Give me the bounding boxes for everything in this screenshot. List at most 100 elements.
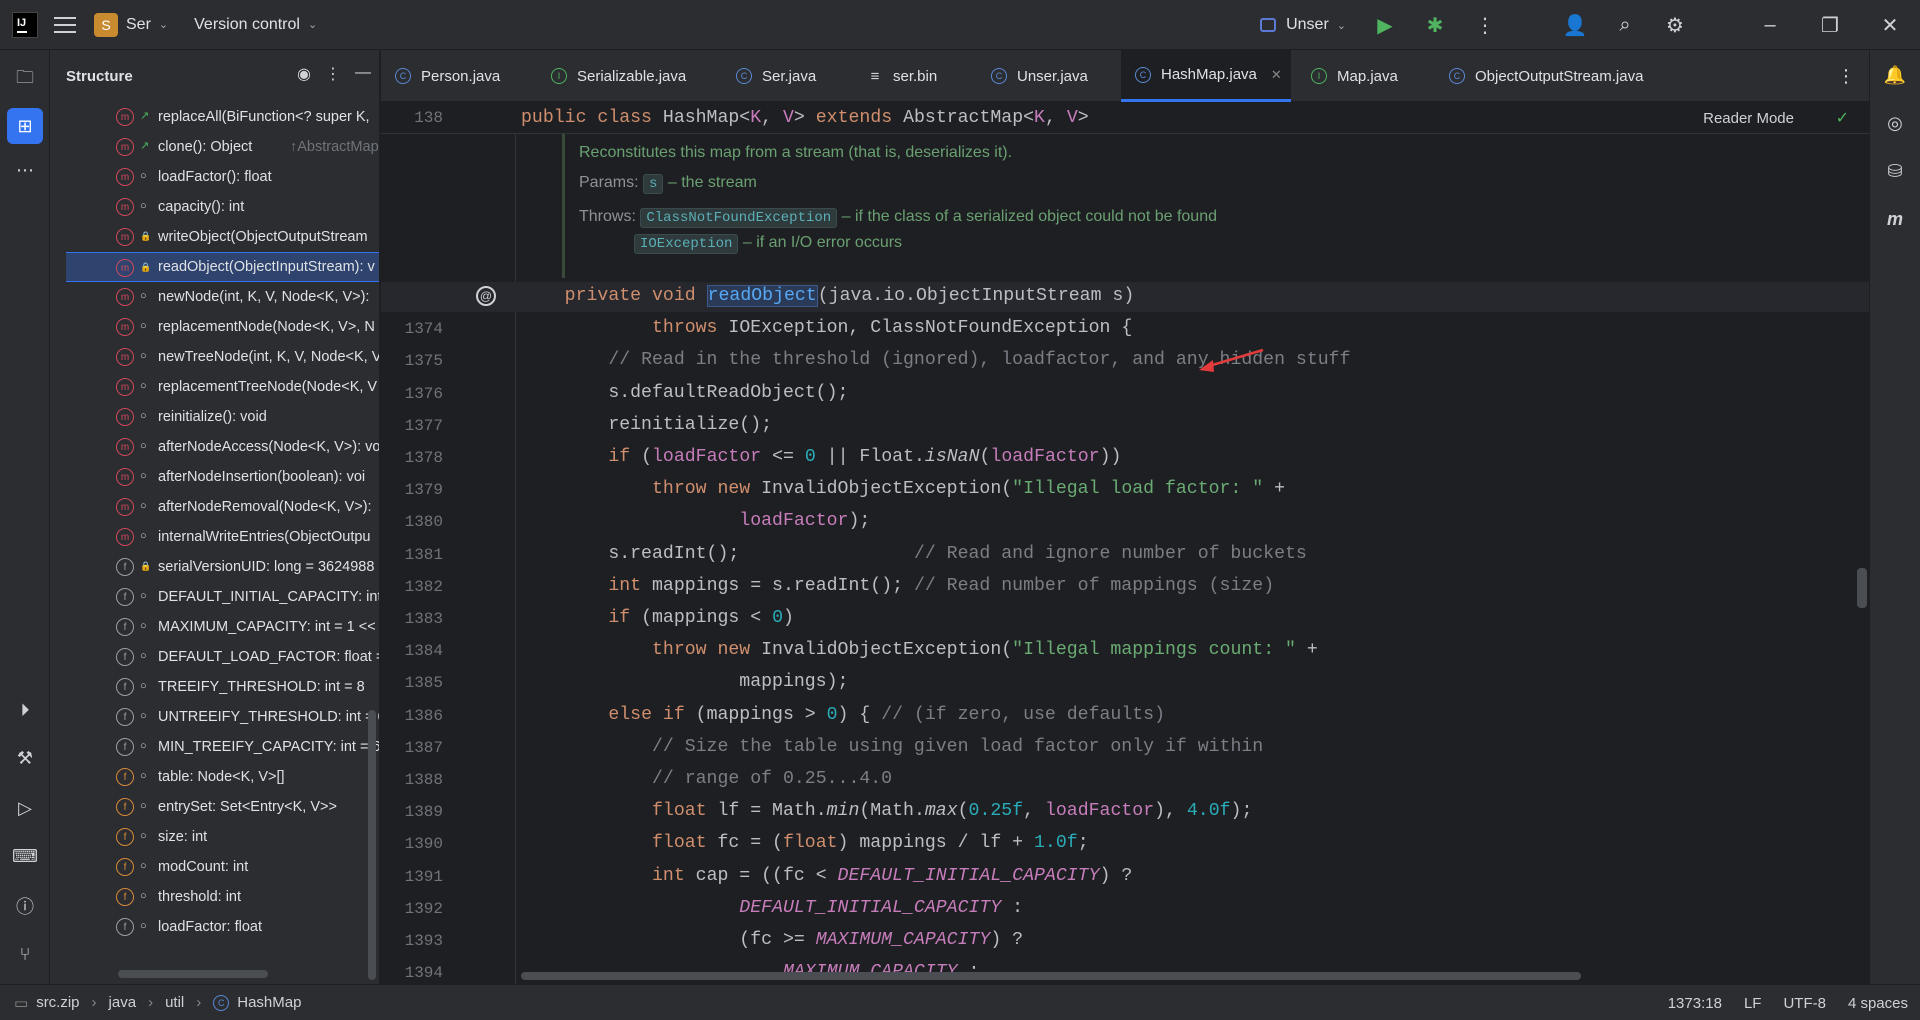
services-icon[interactable]: ⏵ xyxy=(7,692,43,728)
structure-item[interactable]: f ○ TREEIFY_THRESHOLD: int = 8 xyxy=(50,672,379,702)
tab-map-java[interactable]: I Map.java xyxy=(1311,50,1411,102)
tab-unser-java[interactable]: C Unser.java xyxy=(991,50,1101,102)
structure-horizontal-scrollbar[interactable] xyxy=(118,970,268,978)
structure-item[interactable]: m ○ afterNodeRemoval(Node<K, V>): xyxy=(50,492,379,522)
search-icon[interactable]: ⌕ xyxy=(1600,0,1650,50)
structure-item[interactable]: f ○ loadFactor: float xyxy=(50,912,379,942)
breadcrumb-item[interactable]: src.zip xyxy=(36,994,79,1011)
settings-gear-icon[interactable]: ⚙ xyxy=(1650,0,1700,50)
restore-icon[interactable]: ❐ xyxy=(1800,0,1860,50)
project-folder-icon[interactable]: 🗀 xyxy=(7,62,43,98)
breadcrumb-item[interactable]: util xyxy=(165,994,184,1011)
code-line[interactable]: reinitialize(); xyxy=(521,413,772,437)
build-hammer-icon[interactable]: ⚒ xyxy=(7,740,43,776)
structure-item[interactable]: f ○ DEFAULT_LOAD_FACTOR: float = xyxy=(50,642,379,672)
git-branch-icon[interactable]: ⑂ xyxy=(7,936,43,972)
options-icon[interactable]: ⋮ xyxy=(325,64,341,84)
run-icon[interactable]: ▶ xyxy=(1360,0,1410,50)
project-selector[interactable]: S Ser ⌄ xyxy=(94,0,168,50)
structure-item[interactable]: f ○ UNTREEIFY_THRESHOLD: int = 6 xyxy=(50,702,379,732)
code-line[interactable]: int mappings = s.readInt(); // Read numb… xyxy=(521,574,1274,598)
code-line[interactable]: throws IOException, ClassNotFoundExcepti… xyxy=(521,316,1132,340)
structure-item[interactable]: f ○ MIN_TREEIFY_CAPACITY: int = 64 xyxy=(50,732,379,762)
debug-icon[interactable]: ✱ xyxy=(1410,0,1460,50)
close-icon[interactable]: ✕ xyxy=(1860,0,1920,50)
structure-item[interactable]: m ○ loadFactor(): float xyxy=(50,162,379,192)
code-editor[interactable]: 1373137413751376137713781379138013811382… xyxy=(381,102,1869,984)
tab-serializable-java[interactable]: I Serializable.java xyxy=(551,50,701,102)
tab-hashmap-java[interactable]: C HashMap.java ✕ xyxy=(1121,50,1291,102)
code-line[interactable]: mappings); xyxy=(521,670,848,694)
structure-item[interactable]: m ○ capacity(): int xyxy=(50,192,379,222)
code-line[interactable]: (fc >= MAXIMUM_CAPACITY) ? xyxy=(521,928,1023,952)
structure-item[interactable]: m ○ afterNodeAccess(Node<K, V>): vo xyxy=(50,432,379,462)
code-line[interactable]: loadFactor); xyxy=(521,509,870,533)
code-line[interactable]: float fc = (float) mappings / lf + 1.0f; xyxy=(521,831,1089,855)
breadcrumb-item[interactable]: HashMap xyxy=(237,994,301,1011)
structure-item[interactable]: f ○ DEFAULT_INITIAL_CAPACITY: int = xyxy=(50,582,379,612)
throws-link-ioexception[interactable]: IOException xyxy=(634,234,739,254)
code-line[interactable]: // range of 0.25...4.0 xyxy=(521,767,892,791)
run-config-selector[interactable]: Unser ⌄ xyxy=(1260,0,1346,50)
structure-item[interactable]: m ○ replacementTreeNode(Node<K, V xyxy=(50,372,379,402)
structure-item[interactable]: m ○ replacementNode(Node<K, V>, N xyxy=(50,312,379,342)
reader-mode-toggle[interactable]: Reader Mode xyxy=(1703,110,1794,127)
vcs-selector[interactable]: Version control ⌄ xyxy=(194,0,317,50)
structure-item[interactable]: m ↗ replaceAll(BiFunction<? super K, xyxy=(50,102,379,132)
tab-ser-java[interactable]: C Ser.java xyxy=(736,50,836,102)
code-line[interactable]: float lf = Math.min(Math.max(0.25f, load… xyxy=(521,799,1252,823)
more-actions-icon[interactable]: ⋮ xyxy=(1460,0,1510,50)
structure-item[interactable]: f ○ modCount: int xyxy=(50,852,379,882)
tab-objectoutputstream-java[interactable]: C ObjectOutputStream.java xyxy=(1449,50,1669,102)
close-tab-icon[interactable]: ✕ xyxy=(1271,67,1282,83)
app-logo-icon[interactable]: IJ xyxy=(12,11,38,38)
structure-item[interactable]: f ○ table: Node<K, V>[] xyxy=(50,762,379,792)
code-line[interactable]: if (loadFactor <= 0 || Float.isNaN(loadF… xyxy=(521,445,1121,469)
line-separator[interactable]: LF xyxy=(1744,995,1762,1012)
breadcrumb-item[interactable]: java xyxy=(109,994,137,1011)
tab-ser-bin[interactable]: ≡ ser.bin xyxy=(867,50,967,102)
structure-item[interactable]: m ○ internalWriteEntries(ObjectOutpu xyxy=(50,522,379,552)
run-tool-icon[interactable]: ▷ xyxy=(7,790,43,826)
editor-vertical-scrollbar[interactable] xyxy=(1857,568,1867,608)
code-line[interactable]: if (mappings < 0) xyxy=(521,606,794,630)
override-at-icon[interactable]: @ xyxy=(476,286,496,306)
structure-item[interactable]: m ○ afterNodeInsertion(boolean): voi xyxy=(50,462,379,492)
more-tools-icon[interactable]: ⋯ xyxy=(7,152,43,188)
structure-item[interactable]: m 🔒 readObject(ObjectInputStream): v xyxy=(66,252,379,282)
structure-vertical-scrollbar[interactable] xyxy=(368,710,376,980)
code-line[interactable]: private void readObject(java.io.ObjectIn… xyxy=(521,284,1134,308)
database-icon[interactable]: ⛁ xyxy=(1878,154,1912,188)
structure-item[interactable]: f 🔒 serialVersionUID: long = 3624988 xyxy=(50,552,379,582)
structure-item[interactable]: m ○ newNode(int, K, V, Node<K, V>): xyxy=(50,282,379,312)
editor-horizontal-scrollbar[interactable] xyxy=(521,972,1581,980)
add-user-icon[interactable]: 👤 xyxy=(1550,0,1600,50)
minimize-icon[interactable]: – xyxy=(1740,0,1800,50)
structure-item[interactable]: f ○ MAXIMUM_CAPACITY: int = 1 << xyxy=(50,612,379,642)
terminal-icon[interactable]: ⌨ xyxy=(7,838,43,874)
structure-item[interactable]: m 🔒 writeObject(ObjectOutputStream xyxy=(50,222,379,252)
hide-panel-icon[interactable]: — xyxy=(355,64,371,84)
structure-item[interactable]: f ○ entrySet: Set<Entry<K, V>> xyxy=(50,792,379,822)
code-line[interactable]: int cap = ((fc < DEFAULT_INITIAL_CAPACIT… xyxy=(521,864,1132,888)
code-line[interactable]: throw new InvalidObjectException("Illega… xyxy=(521,477,1285,501)
ai-assistant-icon[interactable]: ◎ xyxy=(1878,106,1912,140)
tab-person-java[interactable]: C Person.java xyxy=(395,50,520,102)
code-line[interactable]: throw new InvalidObjectException("Illega… xyxy=(521,638,1318,662)
tabs-more-icon[interactable]: ⋮ xyxy=(1837,50,1857,102)
structure-item[interactable]: m ○ newTreeNode(int, K, V, Node<K, V xyxy=(50,342,379,372)
structure-icon[interactable]: ⊞ xyxy=(7,108,43,144)
visibility-eye-icon[interactable]: ◉ xyxy=(297,64,311,84)
structure-item[interactable]: f ○ size: int xyxy=(50,822,379,852)
code-line[interactable]: // Size the table using given load facto… xyxy=(521,735,1263,759)
notifications-bell-icon[interactable]: 🔔 xyxy=(1878,58,1912,92)
caret-position[interactable]: 1373:18 xyxy=(1668,995,1722,1012)
file-encoding[interactable]: UTF-8 xyxy=(1783,995,1826,1012)
structure-item[interactable]: m ○ reinitialize(): void xyxy=(50,402,379,432)
code-line[interactable]: s.readInt(); // Read and ignore number o… xyxy=(521,542,1307,566)
structure-item[interactable]: f ○ threshold: int xyxy=(50,882,379,912)
main-menu-icon[interactable] xyxy=(54,16,76,33)
indent-setting[interactable]: 4 spaces xyxy=(1848,995,1908,1012)
maven-icon[interactable]: m xyxy=(1878,202,1912,236)
problems-icon[interactable]: ⓘ xyxy=(7,888,43,924)
